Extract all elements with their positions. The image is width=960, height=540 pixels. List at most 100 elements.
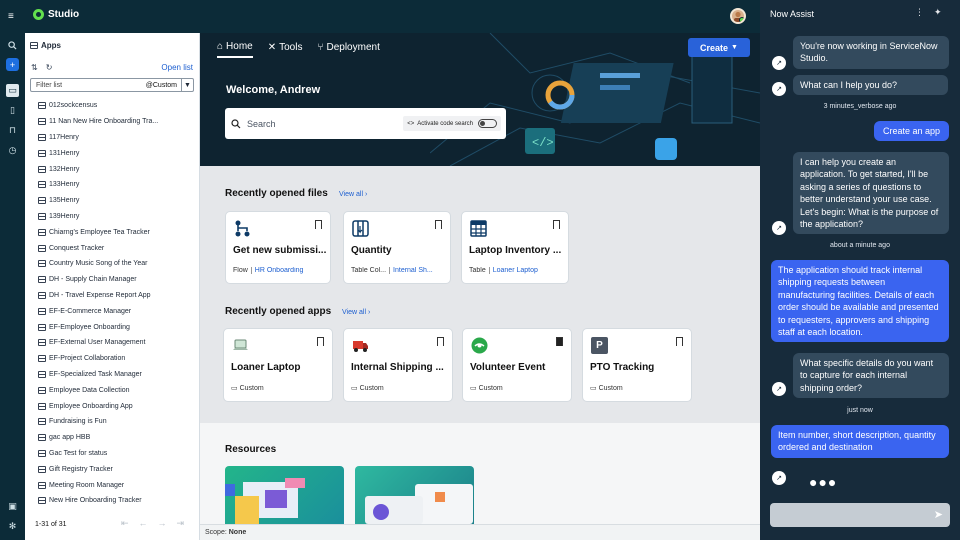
sort-icon[interactable]: ⇅ [31,63,38,72]
list-item[interactable]: Fundraising is Fun [38,414,198,430]
code-search-toggle[interactable]: <> Activate code search [403,116,501,131]
list-item[interactable]: DH - Supply Chain Manager [38,272,198,288]
list-item[interactable]: Chiarng's Employee Tea Tracker [38,224,198,240]
branch-icon: ⑂ [317,42,324,53]
file-card[interactable]: Quantity Table Col... Internal Sh... [343,211,451,284]
list-item[interactable]: EF-External User Management [38,335,198,351]
list-item[interactable]: EF-Employee Onboarding [38,319,198,335]
list-item[interactable]: gac app HBB [38,430,198,446]
list-item[interactable]: 133Henry [38,177,198,193]
list-item[interactable]: 117Henry [38,130,198,146]
bookmark-icon[interactable] [315,220,322,229]
table-icon [38,197,46,205]
resource-card[interactable] [225,466,344,524]
open-list-link[interactable]: Open list [161,63,193,72]
send-icon[interactable]: ➤ [934,508,943,521]
hero-banner: </> ⌂ Home ✕ Tools ⑂ Deployment Create ▼… [200,33,760,166]
pin-icon[interactable]: ✦ [934,7,942,18]
column-icon [352,220,369,237]
list-item[interactable]: 11 Nan New Hire Onboarding Tra... [38,114,198,130]
scope-value[interactable]: None [229,529,247,536]
list-item[interactable]: 132Henry [38,161,198,177]
bookmark-icon[interactable] [437,337,444,346]
next-page-icon[interactable]: → [158,518,167,529]
settings-icon[interactable]: ✻ [6,520,19,533]
funnel-icon[interactable]: ▼ [181,79,193,91]
user-message: Create an app [874,121,949,142]
table-icon [38,386,46,394]
user-avatar[interactable] [730,8,746,24]
more-options-icon[interactable]: ⋮ [915,7,924,18]
search-input[interactable]: Search <> Activate code search [225,108,506,139]
list-item[interactable]: 131Henry [38,145,198,161]
list-item[interactable]: DH - Travel Expense Report App [38,288,198,304]
file-card-app-link[interactable]: HR Onboarding [250,267,304,274]
app-brand[interactable]: Studio [33,9,79,20]
list-item-label: DH - Supply Chain Manager [49,276,137,284]
filter-input[interactable]: Filter list @Custom ▼ [30,78,194,92]
prev-page-icon[interactable]: ← [139,518,148,529]
list-item-label: 139Henry [49,212,80,220]
list-item[interactable]: Meeting Room Manager [38,477,198,493]
add-icon[interactable]: + [6,58,19,71]
apps-icon[interactable]: ▭ [6,84,19,97]
table-icon [38,212,46,220]
list-item-label: 135Henry [49,197,80,205]
first-page-icon[interactable]: ⇤ [121,518,129,529]
resource-card[interactable] [355,466,474,524]
app-card-type-label: Custom [598,385,623,392]
tab-home[interactable]: ⌂ Home [217,41,253,58]
list-item[interactable]: EF-Specialized Task Manager [38,367,198,383]
tab-tools-label: Tools [279,42,303,53]
list-item[interactable]: 139Henry [38,209,198,225]
bookmark-icon[interactable]: ⊓ [6,124,19,137]
tab-tools[interactable]: ✕ Tools [268,41,303,58]
list-item[interactable]: EF-Project Collaboration [38,351,198,367]
list-item[interactable]: Country Music Song of the Year [38,256,198,272]
refresh-icon[interactable]: ↻ [46,63,53,72]
list-item[interactable]: Gac Test for status [38,446,198,462]
table-icon [38,118,46,126]
file-card[interactable]: Get new submissi... Flow HR Onboarding [225,211,331,284]
file-card[interactable]: Laptop Inventory ... Table Loaner Laptop [461,211,569,284]
app-card[interactable]: P PTO Tracking ▭ Custom [582,328,692,402]
list-item-label: EF-Specialized Task Manager [49,370,142,378]
list-item[interactable]: EF-E-Commerce Manager [38,303,198,319]
toggle-switch[interactable] [478,119,497,128]
list-item[interactable]: Employee Data Collection [38,382,198,398]
app-card[interactable]: Internal Shipping ... ▭ Custom [343,328,453,402]
last-page-icon[interactable]: ⇥ [177,518,185,529]
list-item-label: EF-External User Management [49,339,146,347]
app-card[interactable]: Loaner Laptop ▭ Custom [223,328,333,402]
app-card[interactable]: Volunteer Event ▭ Custom [462,328,572,402]
list-item-label: EF-Project Collaboration [49,355,126,363]
list-item[interactable]: Conquest Tracker [38,240,198,256]
list-item[interactable]: Gift Registry Tracker [38,461,198,477]
filter-chip[interactable]: @Custom [146,82,181,89]
file-card-meta: Flow HR Onboarding [233,267,304,274]
svg-text:</>: </> [532,136,554,150]
files-view-all-link[interactable]: View all › [339,191,367,198]
chat-input[interactable]: ➤ [770,503,950,527]
bookmark-icon[interactable] [435,220,442,229]
gallery-icon[interactable]: ▣ [6,500,19,513]
tab-deployment[interactable]: ⑂ Deployment [317,41,379,58]
bookmark-filled-icon[interactable] [556,337,563,346]
apps-view-all-link[interactable]: View all › [342,309,370,316]
list-item[interactable]: New Hire Onboarding Tracker [38,493,198,509]
hamburger-menu-icon[interactable]: ≡ [8,11,14,22]
file-card-app-link[interactable]: Loaner Laptop [488,267,538,274]
list-item[interactable]: 012sockcensus [38,98,198,114]
bookmark-icon[interactable] [553,220,560,229]
bookmark-icon[interactable] [676,337,683,346]
list-item[interactable]: Employee Onboarding App [38,398,198,414]
file-icon[interactable]: ▯ [6,104,19,117]
create-button[interactable]: Create ▼ [688,38,750,57]
now-assist-panel: Now Assist ⋮ ✦ ↗ You're now working in S… [760,0,960,540]
file-card-app-link[interactable]: Internal Sh... [389,267,433,274]
history-icon[interactable]: ◷ [6,144,19,157]
search-icon[interactable] [6,39,19,52]
bookmark-icon[interactable] [317,337,324,346]
list-item-label: 117Henry [49,133,79,141]
list-item[interactable]: 135Henry [38,193,198,209]
